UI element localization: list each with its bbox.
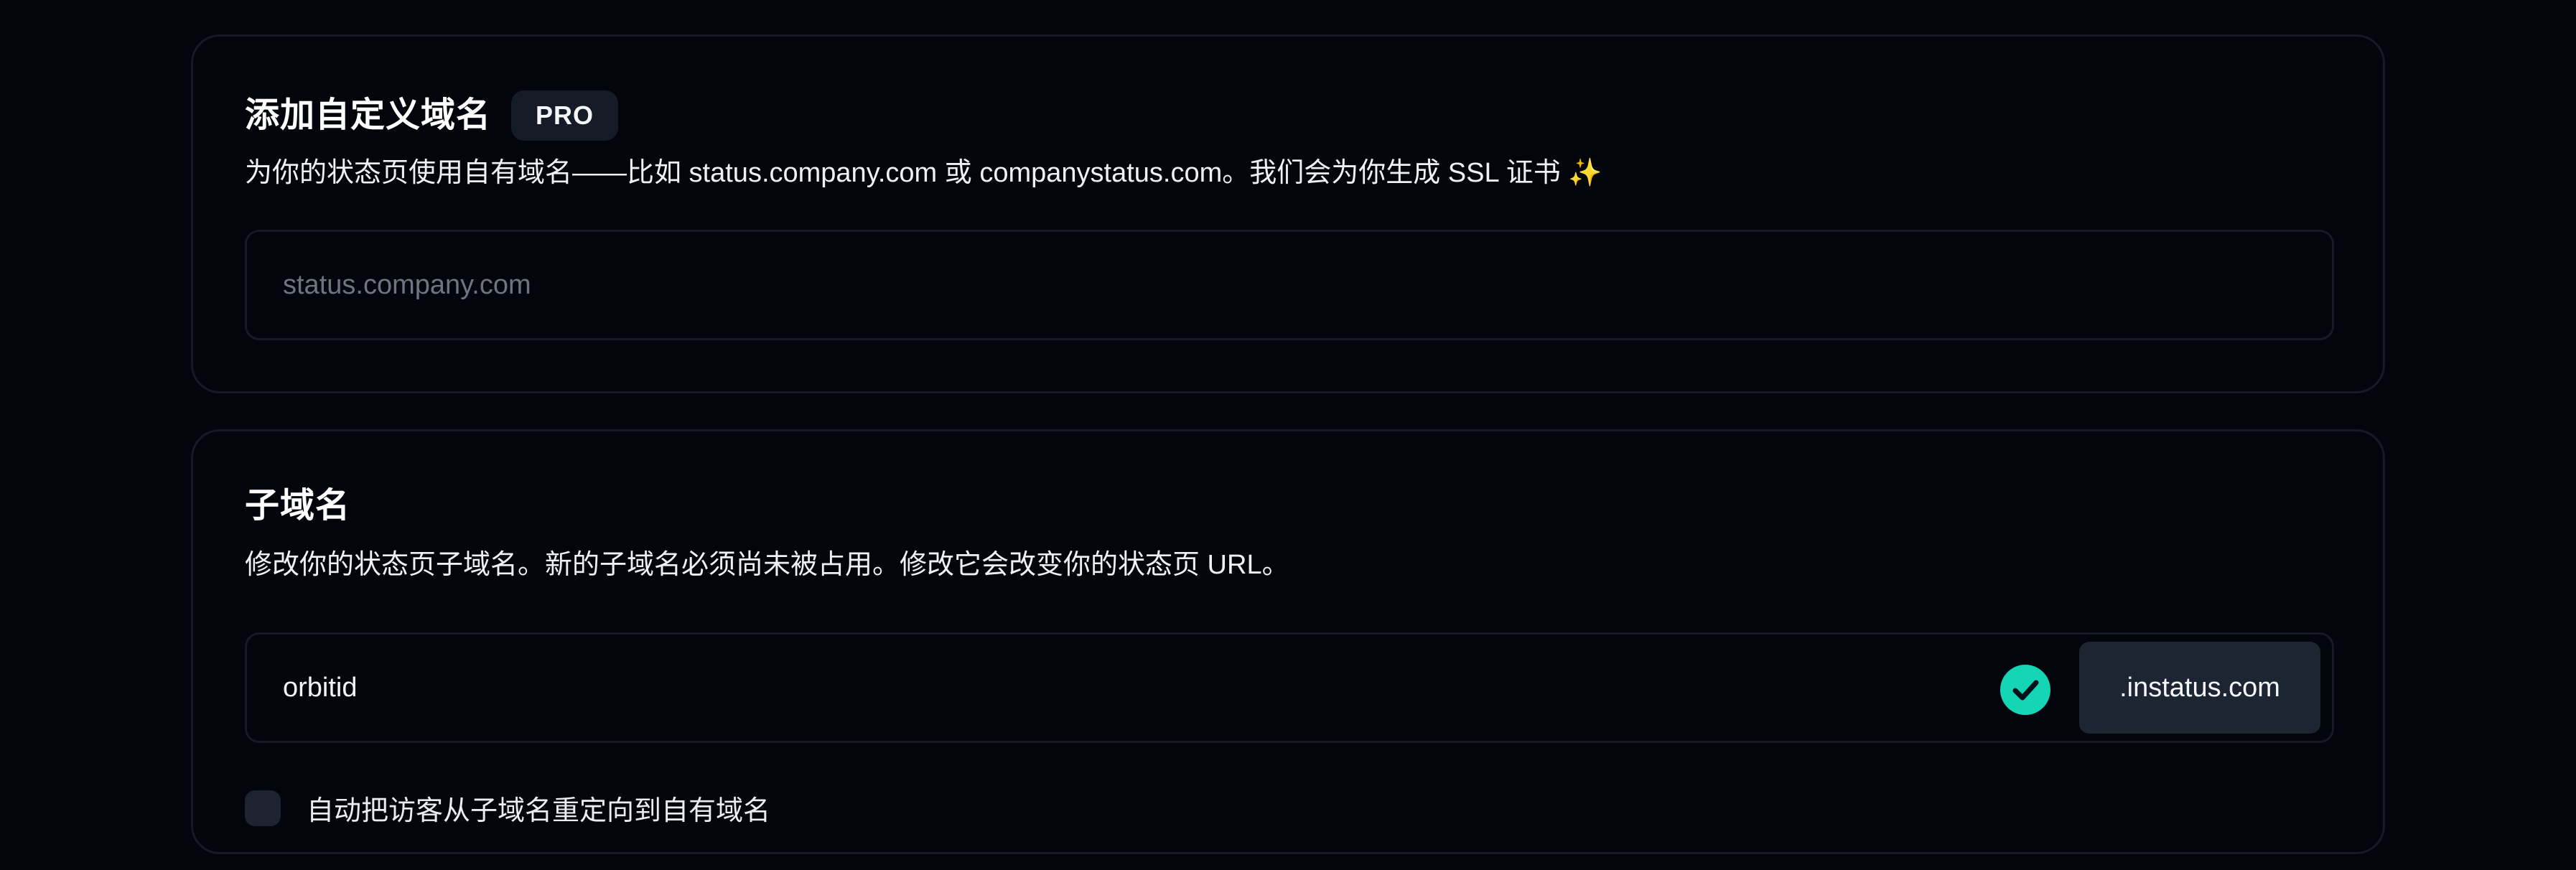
custom-domain-input[interactable] [247, 232, 2332, 338]
custom-domain-field[interactable] [245, 230, 2334, 340]
subdomain-field[interactable]: .instatus.com [245, 632, 2334, 743]
custom-domain-title: 添加自定义域名 [245, 96, 492, 134]
custom-domain-header: 添加自定义域名 PRO [245, 90, 619, 141]
subdomain-header: 子域名 [245, 489, 350, 523]
custom-domain-description: 为你的状态页使用自有域名——比如 status.company.com 或 co… [245, 158, 1602, 188]
redirect-checkbox-label: 自动把访客从子域名重定向到自有域名 [307, 796, 771, 826]
check-circle-icon [2000, 665, 2050, 715]
custom-domain-card: 添加自定义域名 PRO 为你的状态页使用自有域名——比如 status.comp… [191, 34, 2385, 393]
redirect-checkbox[interactable] [245, 790, 281, 826]
subdomain-title: 子域名 [245, 487, 351, 525]
redirect-checkbox-row[interactable]: 自动把访客从子域名重定向到自有域名 [245, 788, 770, 828]
subdomain-suffix: .instatus.com [2079, 642, 2320, 734]
subdomain-card: 子域名 修改你的状态页子域名。新的子域名必须尚未被占用。修改它会改变你的状态页 … [191, 429, 2385, 854]
pro-badge: PRO [511, 90, 619, 141]
subdomain-description: 修改你的状态页子域名。新的子域名必须尚未被占用。修改它会改变你的状态页 URL。 [245, 550, 1289, 580]
